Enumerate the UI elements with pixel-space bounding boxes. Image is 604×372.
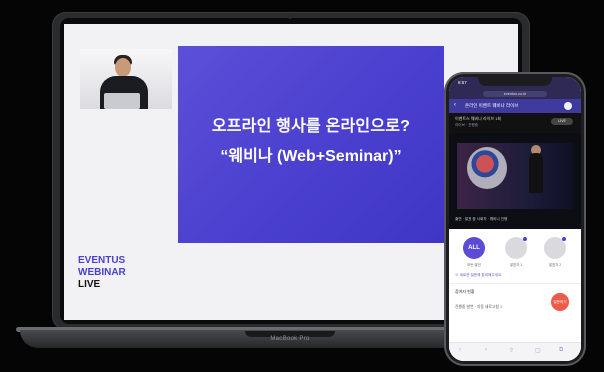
phone-notch [478, 77, 552, 86]
forward-arrow-icon[interactable]: › [485, 347, 487, 353]
back-icon[interactable]: ‹ [454, 102, 456, 108]
ask-question-button[interactable]: 질문하기 [551, 293, 569, 311]
laptop-model-label: MacBook Pro [270, 336, 310, 342]
presenter-laptop [104, 93, 140, 109]
tabs-icon[interactable]: ⧉ [559, 347, 563, 354]
speaker-status-dot [523, 237, 527, 241]
presenter-webcam [80, 49, 172, 109]
list-item[interactable]: 진행중 발언 · 자동 새로고침 1 [455, 305, 502, 310]
event-subtitle: 라이브 · 진행중 [455, 123, 479, 127]
laptop-camera [288, 15, 292, 19]
presenter-head [115, 58, 131, 77]
speaker-caption: 발표자 2 [548, 263, 562, 267]
stage: 오프라인 행사를 온라인으로? “웨비나 (Web+Seminar)” EVEN… [0, 0, 604, 372]
url-field[interactable]: eventus.co.kr [483, 91, 547, 97]
divider [449, 283, 581, 284]
slide-line-2: “웨비나 (Web+Seminar)” [220, 148, 402, 165]
video-caption: 출연 · 발표 중 사회자 · 웨비나 진행 [455, 217, 508, 221]
app-header: ‹ 온라인 이벤트 웨비나 라이브 [449, 99, 581, 113]
speaker-status-dot [562, 237, 566, 241]
presentation-slide: 오프라인 행사를 온라인으로? “웨비나 (Web+Seminar)” [178, 46, 444, 243]
share-icon[interactable]: ⇧ [509, 347, 514, 354]
video-backdrop-graphic [467, 147, 507, 189]
notice-text[interactable]: ※ 새로운 질문에 참여해주세요 [455, 273, 501, 278]
browser-bar: eventus.co.kr [449, 89, 581, 99]
profile-icon[interactable] [564, 102, 572, 110]
event-title: 이벤트스 웨비나 라이브 1회 [455, 116, 502, 121]
brand-line-2: WEBINAR [78, 267, 126, 278]
bookmarks-icon[interactable]: ▢ [535, 347, 541, 354]
video-speaker-body [529, 153, 543, 193]
slide-line-1: 오프라인 행사를 온라인으로? [211, 118, 411, 135]
speaker-caption: 발표자 1 [509, 263, 523, 267]
speaker-caption: 모든 발언 [467, 263, 481, 267]
live-badge: LIVE [551, 118, 573, 125]
speaker-all-button[interactable]: ALL [463, 237, 485, 259]
app-title: 온라인 이벤트 웨비나 라이브 [465, 103, 519, 108]
browser-toolbar: ‹ › ⇧ ▢ ⧉ [449, 342, 581, 361]
phone-content: ALL 모든 발언 발표자 1 발표자 2 ※ 새로운 질문에 참여해주세요 참… [449, 229, 581, 361]
back-arrow-icon[interactable]: ‹ [459, 347, 461, 353]
status-time: 8:57 [458, 80, 467, 85]
section-title: 참여자 현황 [455, 289, 475, 294]
phone-screen: 8:57 eventus.co.kr ‹ 온라인 이벤트 웨비나 라이브 이벤트… [449, 77, 581, 361]
brand-logo: EVENTUS WEBINAR LIVE [78, 255, 126, 291]
event-header: 이벤트스 웨비나 라이브 1회 라이브 · 진행중 LIVE [449, 113, 581, 133]
brand-line-3: LIVE [78, 279, 101, 290]
brand-line-1: EVENTUS [78, 255, 126, 266]
video-player[interactable]: 출연 · 발표 중 사회자 · 웨비나 진행 [449, 133, 581, 229]
